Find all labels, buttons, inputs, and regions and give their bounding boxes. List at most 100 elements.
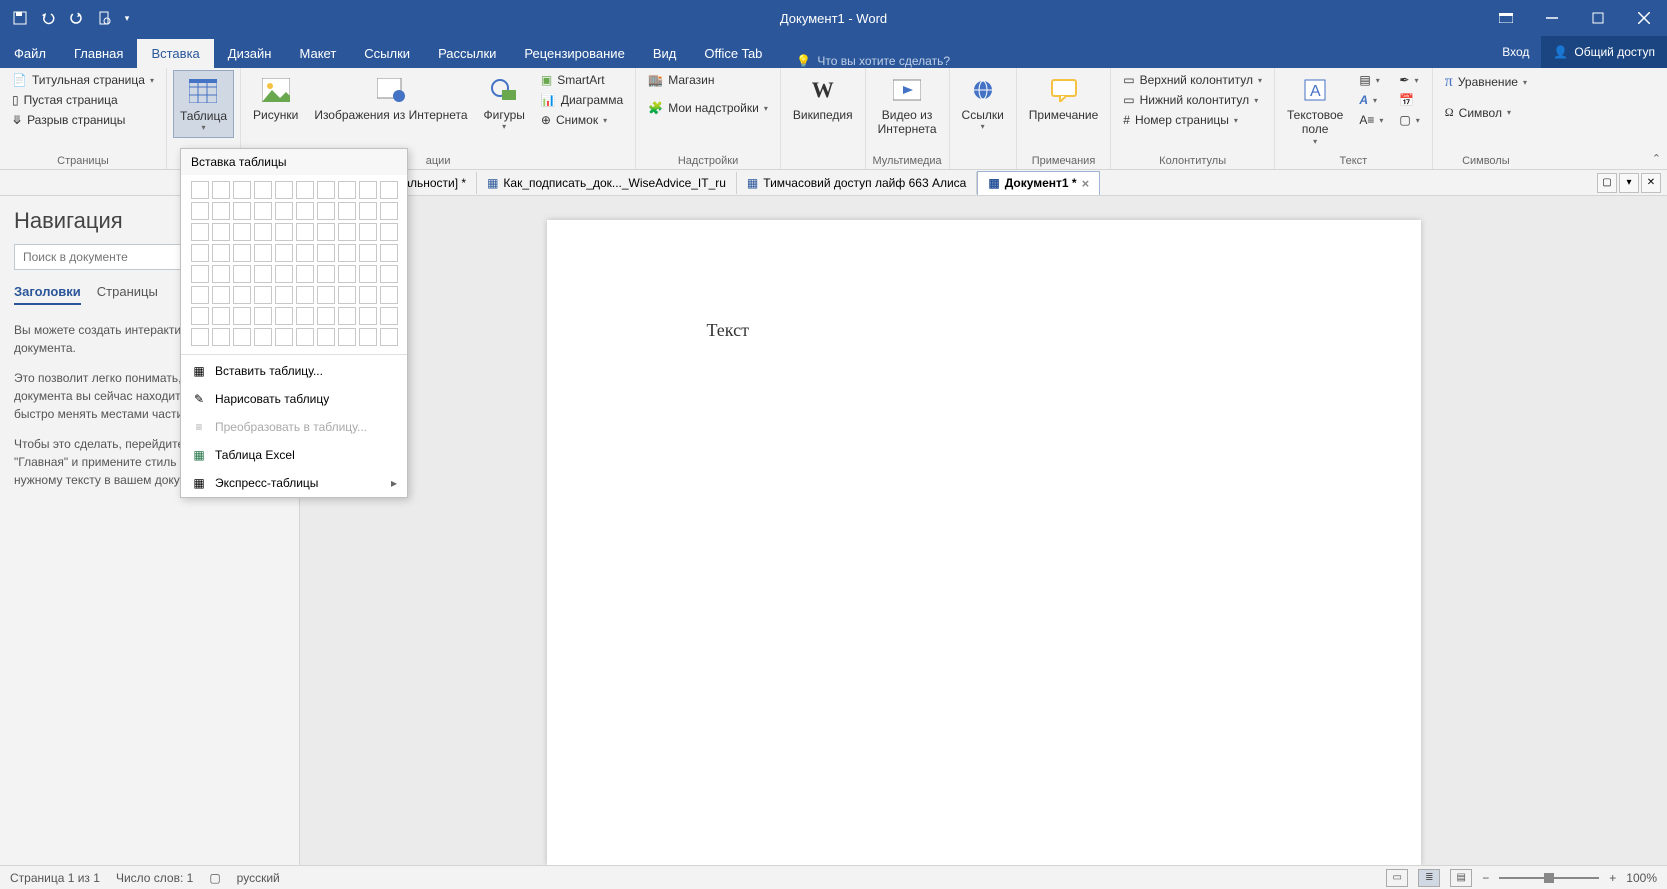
grid-cell[interactable] — [191, 181, 209, 199]
grid-cell[interactable] — [317, 328, 335, 346]
grid-cell[interactable] — [296, 223, 314, 241]
grid-cell[interactable] — [275, 223, 293, 241]
grid-cell[interactable] — [338, 223, 356, 241]
comment-button[interactable]: Примечание — [1023, 70, 1104, 126]
date-time-button[interactable]: 📅 — [1393, 90, 1425, 110]
grid-cell[interactable] — [212, 181, 230, 199]
grid-cell[interactable] — [254, 244, 272, 262]
grid-cell[interactable] — [359, 244, 377, 262]
grid-cell[interactable] — [212, 286, 230, 304]
collapse-ribbon-icon[interactable]: ⌃ — [1652, 152, 1661, 165]
grid-cell[interactable] — [380, 328, 398, 346]
grid-cell[interactable] — [380, 307, 398, 325]
online-video-button[interactable]: Видео изИнтернета — [872, 70, 943, 141]
quick-tables-item[interactable]: ▦Экспресс-таблицы▸ — [181, 469, 407, 497]
grid-cell[interactable] — [254, 328, 272, 346]
ribbon-display-icon[interactable] — [1483, 0, 1529, 36]
new-tab-button[interactable]: ▢ — [1597, 173, 1617, 193]
grid-cell[interactable] — [275, 286, 293, 304]
header-button[interactable]: ▭Верхний колонтитул▾ — [1117, 70, 1268, 90]
tab-close-all-button[interactable]: ✕ — [1641, 173, 1661, 193]
grid-cell[interactable] — [338, 286, 356, 304]
grid-cell[interactable] — [233, 286, 251, 304]
grid-cell[interactable] — [338, 181, 356, 199]
grid-cell[interactable] — [380, 181, 398, 199]
tab-review[interactable]: Рецензирование — [510, 39, 638, 68]
grid-cell[interactable] — [359, 202, 377, 220]
store-button[interactable]: 🏬Магазин — [642, 70, 774, 90]
grid-cell[interactable] — [191, 307, 209, 325]
grid-cell[interactable] — [380, 223, 398, 241]
equation-button[interactable]: πУравнение▾ — [1439, 70, 1533, 94]
document-text[interactable]: Текст — [707, 320, 749, 340]
grid-cell[interactable] — [338, 307, 356, 325]
grid-cell[interactable] — [317, 223, 335, 241]
grid-cell[interactable] — [359, 286, 377, 304]
grid-cell[interactable] — [359, 223, 377, 241]
table-grid-picker[interactable] — [181, 175, 407, 352]
close-tab-icon[interactable]: × — [1082, 176, 1090, 191]
tell-me-search[interactable]: 💡 Что вы хотите сделать? — [786, 54, 960, 68]
grid-cell[interactable] — [317, 202, 335, 220]
grid-cell[interactable] — [254, 286, 272, 304]
touch-mode-icon[interactable] — [92, 6, 116, 30]
grid-cell[interactable] — [254, 202, 272, 220]
grid-cell[interactable] — [254, 265, 272, 283]
page-number-button[interactable]: #Номер страницы▾ — [1117, 110, 1268, 130]
grid-cell[interactable] — [296, 202, 314, 220]
grid-cell[interactable] — [275, 181, 293, 199]
tab-view[interactable]: Вид — [639, 39, 691, 68]
wikipedia-button[interactable]: WВикипедия — [787, 70, 859, 126]
signature-button[interactable]: ✒▾ — [1393, 70, 1425, 90]
grid-cell[interactable] — [191, 223, 209, 241]
grid-cell[interactable] — [317, 265, 335, 283]
grid-cell[interactable] — [296, 181, 314, 199]
tab-file[interactable]: Файл — [0, 39, 60, 68]
footer-button[interactable]: ▭Нижний колонтитул▾ — [1117, 90, 1268, 110]
excel-table-item[interactable]: ▦Таблица Excel — [181, 441, 407, 469]
page[interactable]: Текст — [547, 220, 1421, 865]
grid-cell[interactable] — [275, 265, 293, 283]
tab-layout[interactable]: Макет — [285, 39, 350, 68]
maximize-icon[interactable] — [1575, 0, 1621, 36]
table-button[interactable]: Таблица▾ — [173, 70, 234, 138]
tab-design[interactable]: Дизайн — [214, 39, 286, 68]
grid-cell[interactable] — [275, 328, 293, 346]
grid-cell[interactable] — [191, 244, 209, 262]
grid-cell[interactable] — [212, 223, 230, 241]
grid-cell[interactable] — [233, 265, 251, 283]
zoom-level[interactable]: 100% — [1626, 871, 1657, 885]
grid-cell[interactable] — [380, 202, 398, 220]
save-icon[interactable] — [8, 6, 32, 30]
grid-cell[interactable] — [191, 328, 209, 346]
zoom-in-button[interactable]: + — [1609, 871, 1616, 885]
grid-cell[interactable] — [296, 328, 314, 346]
spellcheck-icon[interactable]: ▢ — [209, 871, 220, 885]
grid-cell[interactable] — [275, 307, 293, 325]
grid-cell[interactable] — [338, 328, 356, 346]
grid-cell[interactable] — [233, 307, 251, 325]
grid-cell[interactable] — [254, 307, 272, 325]
smartart-button[interactable]: ▣SmartArt — [535, 70, 629, 90]
quick-parts-button[interactable]: ▤▾ — [1353, 70, 1389, 90]
read-mode-button[interactable]: ▭ — [1386, 869, 1408, 887]
text-box-button[interactable]: AТекстовоеполе▾ — [1281, 70, 1349, 150]
grid-cell[interactable] — [212, 307, 230, 325]
screenshot-button[interactable]: ⊕Снимок▾ — [535, 110, 629, 130]
share-button[interactable]: 👤 Общий доступ — [1541, 36, 1667, 68]
qat-customize-icon[interactable]: ▾ — [120, 6, 134, 30]
grid-cell[interactable] — [212, 244, 230, 262]
grid-cell[interactable] — [191, 202, 209, 220]
print-layout-button[interactable]: ≣ — [1418, 869, 1440, 887]
nav-tab-pages[interactable]: Страницы — [97, 284, 158, 305]
grid-cell[interactable] — [296, 265, 314, 283]
grid-cell[interactable] — [317, 307, 335, 325]
tab-home[interactable]: Главная — [60, 39, 137, 68]
tab-mailings[interactable]: Рассылки — [424, 39, 510, 68]
cover-page-button[interactable]: 📄Титульная страница▾ — [6, 70, 160, 90]
grid-cell[interactable] — [212, 265, 230, 283]
tab-menu-button[interactable]: ▾ — [1619, 173, 1639, 193]
grid-cell[interactable] — [380, 265, 398, 283]
drop-cap-button[interactable]: A≡▾ — [1353, 110, 1389, 130]
my-addins-button[interactable]: 🧩Мои надстройки▾ — [642, 98, 774, 118]
